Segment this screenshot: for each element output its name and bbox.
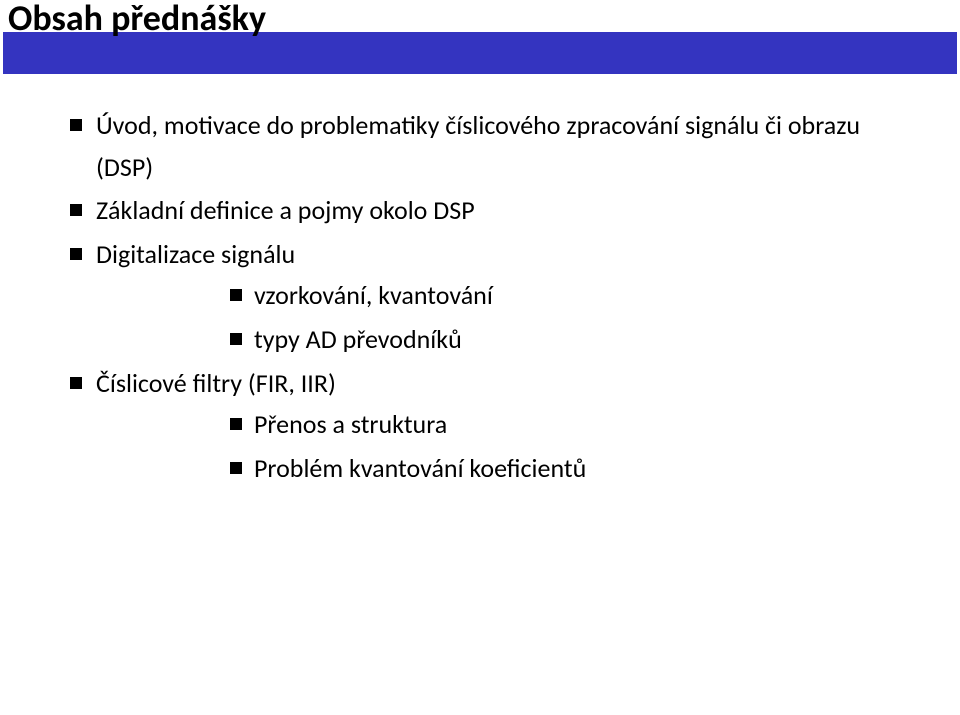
- list-item: Digitalizace signálu vzorkování, kvantov…: [60, 234, 900, 361]
- list-item: vzorkování, kvantování: [224, 275, 900, 317]
- sub-bullet-list: Přenos a struktura Problém kvantování ko…: [224, 404, 900, 489]
- bullet-text: Základní definice a pojmy okolo DSP: [96, 194, 475, 226]
- list-item: Přenos a struktura: [224, 404, 900, 446]
- bullet-text: Číslicové filtry (FIR, IIR): [96, 367, 336, 399]
- list-item: typy AD převodníků: [224, 319, 900, 361]
- bullet-text: Digitalizace signálu: [96, 238, 295, 270]
- bullet-text: Úvod, motivace do problematiky číslicové…: [96, 109, 860, 183]
- bullet-text: Přenos a struktura: [254, 408, 447, 440]
- bullet-text: vzorkování, kvantování: [254, 279, 493, 311]
- slide-page: Obsah přednášky Úvod, motivace do proble…: [0, 0, 960, 715]
- list-item: Základní definice a pojmy okolo DSP: [60, 190, 900, 232]
- bullet-text: Problém kvantování koeficientů: [254, 452, 586, 484]
- list-item: Úvod, motivace do problematiky číslicové…: [60, 105, 900, 188]
- sub-bullet-list: vzorkování, kvantování typy AD převodník…: [224, 275, 900, 360]
- bullet-list: Úvod, motivace do problematiky číslicové…: [60, 105, 900, 489]
- bullet-text: typy AD převodníků: [254, 323, 462, 355]
- slide-title: Obsah přednášky: [8, 0, 266, 36]
- slide-body: Úvod, motivace do problematiky číslicové…: [60, 105, 900, 491]
- list-item: Problém kvantování koeficientů: [224, 448, 900, 490]
- list-item: Číslicové filtry (FIR, IIR) Přenos a str…: [60, 363, 900, 490]
